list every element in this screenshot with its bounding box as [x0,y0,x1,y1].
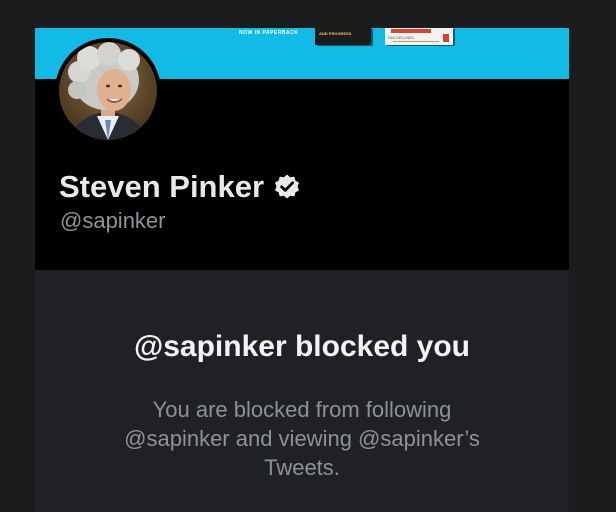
book-cover-dark-text: AND PROGRESS [319,31,352,36]
verified-badge-icon [273,173,301,201]
book-cover-light-text: HAS DECLINED [388,36,414,40]
banner-caption: NOW IN PAPERBACK [239,30,299,36]
blocked-message-line: Tweets. [264,455,340,480]
profile-header: NOW IN PAPERBACK AND PROGRESS HAS DECLIN… [35,28,569,270]
avatar-photo [59,42,157,140]
blocked-message-line: You are blocked from following [152,397,452,422]
blocked-notice: @sapinker blocked you You are blocked fr… [35,270,569,512]
book-cover-light: HAS DECLINED [385,28,453,45]
blocked-title: @sapinker blocked you [133,330,471,363]
book-cover-light-mark [443,34,449,42]
book-cover-light-stripe [391,29,431,33]
avatar[interactable] [55,38,161,144]
book-cover-dark: AND PROGRESS [315,28,371,45]
profile-display-name: Steven Pinker [59,169,265,204]
blocked-message-line: @sapinker and viewing @sapinker’s [124,426,480,451]
blocked-message: You are blocked from following @sapinker… [75,395,529,482]
profile-handle: @sapinker [60,208,166,233]
profile-name-row: Steven Pinker [59,167,301,207]
book-cover-light-rule [393,41,439,42]
